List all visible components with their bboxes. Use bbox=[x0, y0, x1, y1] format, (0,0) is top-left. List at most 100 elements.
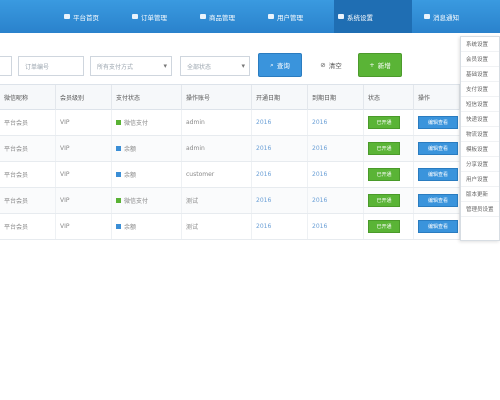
cell: VIP bbox=[56, 110, 112, 135]
status-button[interactable]: 已开通 bbox=[368, 168, 400, 181]
keyword-input[interactable] bbox=[0, 56, 12, 76]
order-number-placeholder: 订单编号 bbox=[25, 63, 50, 71]
cell: 2016 bbox=[252, 136, 308, 161]
nav-item-settings[interactable]: 系统设置 bbox=[334, 0, 412, 33]
clear-button[interactable]: ⊘ 清空 bbox=[310, 53, 352, 77]
nav-item-users[interactable]: 用户管理 bbox=[264, 0, 307, 33]
column-header: 状态 bbox=[364, 85, 414, 110]
cell: 2016 bbox=[308, 214, 364, 239]
date-text: 2016 bbox=[256, 145, 272, 152]
status-button[interactable]: 已开通 bbox=[368, 116, 400, 129]
table-row: 平台会员 VIP 余额 customer 2016 2016 已开通 编辑查看 bbox=[0, 162, 460, 188]
nav-label: 消息通知 bbox=[433, 13, 459, 22]
date-text: 2016 bbox=[256, 171, 272, 178]
settings-dropdown-menu: 系统设置 会员设置 基础设置 支付设置 短信设置 快递设置 物流设置 模板设置 … bbox=[460, 36, 500, 241]
nav-label: 商品管理 bbox=[209, 13, 235, 22]
cell: 平台会员 bbox=[0, 188, 56, 213]
column-header: 支付状态 bbox=[112, 85, 182, 110]
status-button[interactable]: 已开通 bbox=[368, 194, 400, 207]
dropdown-item[interactable]: 会员设置 bbox=[461, 52, 499, 67]
cell: 已开通 bbox=[364, 136, 414, 161]
column-header: 开通日期 bbox=[252, 85, 308, 110]
date-text: 2016 bbox=[312, 119, 328, 126]
cell: 编辑查看 bbox=[414, 188, 460, 213]
column-header: 操作 bbox=[414, 85, 460, 110]
cell-status: 余额 bbox=[112, 136, 182, 161]
edit-button[interactable]: 编辑查看 bbox=[418, 116, 458, 129]
dropdown-item[interactable]: 版本更新 bbox=[461, 187, 499, 202]
message-icon bbox=[424, 14, 430, 19]
cell: 平台会员 bbox=[0, 136, 56, 161]
top-navigation: 平台首页 订单管理 商品管理 用户管理 系统设置 消息通知 bbox=[0, 0, 500, 33]
cell: 2016 bbox=[308, 188, 364, 213]
cell: 2016 bbox=[252, 110, 308, 135]
dropdown-item[interactable]: 系统设置 bbox=[461, 37, 499, 52]
date-text: 2016 bbox=[256, 197, 272, 204]
search-icon: ⌕ bbox=[270, 60, 274, 69]
cell: 2016 bbox=[252, 188, 308, 213]
dropdown-item[interactable]: 分享设置 bbox=[461, 157, 499, 172]
nav-item-home[interactable]: 平台首页 bbox=[60, 0, 103, 33]
nav-label: 用户管理 bbox=[277, 13, 303, 22]
cell: 平台会员 bbox=[0, 214, 56, 239]
edit-button[interactable]: 编辑查看 bbox=[418, 194, 458, 207]
users-icon bbox=[268, 14, 274, 19]
order-number-input[interactable]: 订单编号 bbox=[18, 56, 84, 76]
cell: 平台会员 bbox=[0, 110, 56, 135]
cell-status: 微信支付 bbox=[112, 188, 182, 213]
table-row: 平台会员 VIP 微信支付 测试 2016 2016 已开通 编辑查看 bbox=[0, 188, 460, 214]
dropdown-item[interactable]: 管理员设置 bbox=[461, 202, 499, 217]
table-row: 平台会员 VIP 微信支付 admin 2016 2016 已开通 编辑查看 bbox=[0, 110, 460, 136]
dropdown-item[interactable]: 快递设置 bbox=[461, 112, 499, 127]
nav-item-messages[interactable]: 消息通知 bbox=[420, 0, 463, 33]
status-button[interactable]: 已开通 bbox=[368, 220, 400, 233]
cell: 测试 bbox=[182, 214, 252, 239]
edit-button[interactable]: 编辑查看 bbox=[418, 220, 458, 233]
cell: VIP bbox=[56, 136, 112, 161]
table-header: 微信昵称 会员级别 支付状态 操作账号 开通日期 到期日期 状态 操作 bbox=[0, 84, 460, 110]
status-text: 微信支付 bbox=[124, 120, 149, 127]
nav-item-orders[interactable]: 订单管理 bbox=[128, 0, 171, 33]
status-button[interactable]: 已开通 bbox=[368, 142, 400, 155]
cell: 2016 bbox=[308, 136, 364, 161]
cell: 2016 bbox=[308, 162, 364, 187]
clear-icon: ⊘ bbox=[320, 61, 326, 69]
dropdown-item[interactable]: 物流设置 bbox=[461, 127, 499, 142]
edit-button[interactable]: 编辑查看 bbox=[418, 168, 458, 181]
nav-item-goods[interactable]: 商品管理 bbox=[196, 0, 239, 33]
column-header: 到期日期 bbox=[308, 85, 364, 110]
status-text: 余额 bbox=[124, 172, 137, 179]
add-button[interactable]: + 新增 bbox=[358, 53, 402, 77]
dropdown-item[interactable]: 支付设置 bbox=[461, 82, 499, 97]
add-button-label: 新增 bbox=[377, 62, 391, 70]
date-text: 2016 bbox=[312, 223, 328, 230]
clear-button-label: 清空 bbox=[328, 62, 342, 70]
dropdown-item[interactable]: 短信设置 bbox=[461, 97, 499, 112]
cell: 已开通 bbox=[364, 214, 414, 239]
nav-label: 订单管理 bbox=[141, 13, 167, 22]
column-header: 微信昵称 bbox=[0, 85, 56, 110]
chevron-down-icon: ▾ bbox=[241, 62, 245, 70]
search-button[interactable]: ⌕ 查询 bbox=[258, 53, 302, 77]
cell: 2016 bbox=[252, 162, 308, 187]
chevron-down-icon: ▾ bbox=[163, 62, 167, 70]
payment-method-select[interactable]: 所有支付方式 ▾ bbox=[90, 56, 172, 76]
cell: 平台会员 bbox=[0, 162, 56, 187]
edit-button[interactable]: 编辑查看 bbox=[418, 142, 458, 155]
status-value: 全部状态 bbox=[187, 63, 212, 71]
cell: 已开通 bbox=[364, 110, 414, 135]
dropdown-item[interactable]: 基础设置 bbox=[461, 67, 499, 82]
cell: 2016 bbox=[252, 214, 308, 239]
nav-label: 平台首页 bbox=[73, 13, 99, 22]
cell: 已开通 bbox=[364, 188, 414, 213]
dropdown-item[interactable]: 用户设置 bbox=[461, 172, 499, 187]
cell: admin bbox=[182, 136, 252, 161]
dropdown-item[interactable]: 模板设置 bbox=[461, 142, 499, 157]
table-row: 平台会员 VIP 余额 admin 2016 2016 已开通 编辑查看 bbox=[0, 136, 460, 162]
status-select[interactable]: 全部状态 ▾ bbox=[180, 56, 250, 76]
date-text: 2016 bbox=[256, 119, 272, 126]
cell-status: 余额 bbox=[112, 162, 182, 187]
cell: customer bbox=[182, 162, 252, 187]
cell: VIP bbox=[56, 162, 112, 187]
balance-icon bbox=[116, 146, 121, 151]
